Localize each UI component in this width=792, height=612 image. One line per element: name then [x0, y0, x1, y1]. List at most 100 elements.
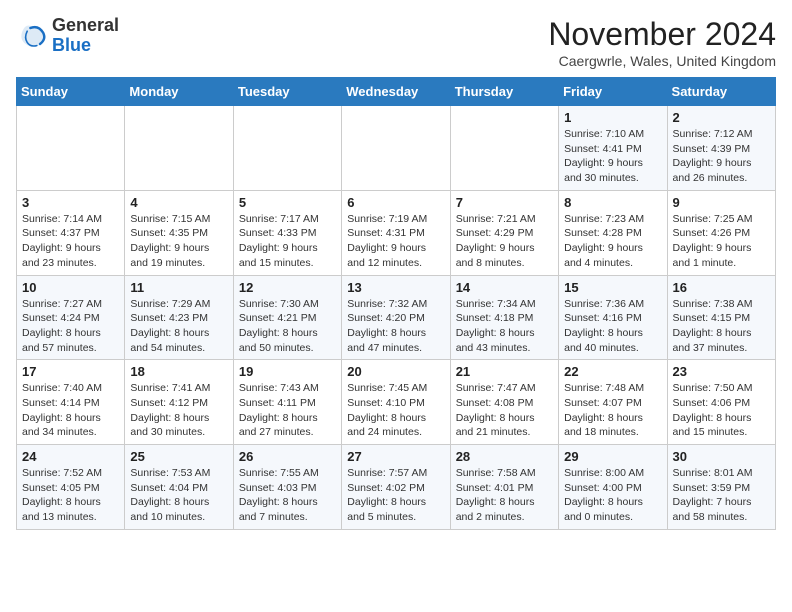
day-number: 19: [239, 364, 336, 379]
day-info: Sunrise: 7:41 AM Sunset: 4:12 PM Dayligh…: [130, 381, 227, 440]
calendar-cell: [342, 106, 450, 191]
day-info: Sunrise: 7:15 AM Sunset: 4:35 PM Dayligh…: [130, 212, 227, 271]
day-info: Sunrise: 7:48 AM Sunset: 4:07 PM Dayligh…: [564, 381, 661, 440]
logo: General Blue: [16, 16, 119, 56]
day-number: 8: [564, 195, 661, 210]
calendar-week-row: 24 Sunrise: 7:52 AM Sunset: 4:05 PM Dayli…: [17, 445, 776, 530]
logo-general-text: General: [52, 15, 119, 35]
calendar-table: SundayMondayTuesdayWednesdayThursdayFrid…: [16, 77, 776, 530]
calendar-cell: 19 Sunrise: 7:43 AM Sunset: 4:11 PM Dayli…: [233, 360, 341, 445]
day-number: 7: [456, 195, 553, 210]
calendar-week-row: 3 Sunrise: 7:14 AM Sunset: 4:37 PM Daylig…: [17, 190, 776, 275]
day-info: Sunrise: 7:50 AM Sunset: 4:06 PM Dayligh…: [673, 381, 770, 440]
logo-blue-text: Blue: [52, 35, 91, 55]
day-number: 3: [22, 195, 119, 210]
weekday-header-friday: Friday: [559, 78, 667, 106]
day-number: 13: [347, 280, 444, 295]
calendar-cell: 26 Sunrise: 7:55 AM Sunset: 4:03 PM Dayli…: [233, 445, 341, 530]
calendar-cell: 25 Sunrise: 7:53 AM Sunset: 4:04 PM Dayli…: [125, 445, 233, 530]
day-info: Sunrise: 7:30 AM Sunset: 4:21 PM Dayligh…: [239, 297, 336, 356]
calendar-cell: 12 Sunrise: 7:30 AM Sunset: 4:21 PM Dayli…: [233, 275, 341, 360]
calendar-cell: 14 Sunrise: 7:34 AM Sunset: 4:18 PM Dayli…: [450, 275, 558, 360]
day-info: Sunrise: 7:40 AM Sunset: 4:14 PM Dayligh…: [22, 381, 119, 440]
location-subtitle: Caergwrle, Wales, United Kingdom: [548, 53, 776, 69]
calendar-cell: 20 Sunrise: 7:45 AM Sunset: 4:10 PM Dayli…: [342, 360, 450, 445]
calendar-cell: 7 Sunrise: 7:21 AM Sunset: 4:29 PM Daylig…: [450, 190, 558, 275]
day-number: 21: [456, 364, 553, 379]
calendar-cell: 10Sunrise: 7:27 AM Sunset: 4:24 PM Dayli…: [17, 275, 125, 360]
day-info: Sunrise: 7:53 AM Sunset: 4:04 PM Dayligh…: [130, 466, 227, 525]
calendar-week-row: 1 Sunrise: 7:10 AM Sunset: 4:41 PM Daylig…: [17, 106, 776, 191]
day-info: Sunrise: 7:19 AM Sunset: 4:31 PM Dayligh…: [347, 212, 444, 271]
day-number: 12: [239, 280, 336, 295]
calendar-cell: 9Sunrise: 7:25 AM Sunset: 4:26 PM Daylig…: [667, 190, 775, 275]
day-info: Sunrise: 7:55 AM Sunset: 4:03 PM Dayligh…: [239, 466, 336, 525]
day-number: 14: [456, 280, 553, 295]
calendar-cell: 28Sunrise: 7:58 AM Sunset: 4:01 PM Dayli…: [450, 445, 558, 530]
day-info: Sunrise: 7:32 AM Sunset: 4:20 PM Dayligh…: [347, 297, 444, 356]
day-info: Sunrise: 7:47 AM Sunset: 4:08 PM Dayligh…: [456, 381, 553, 440]
weekday-header-wednesday: Wednesday: [342, 78, 450, 106]
calendar-cell: [17, 106, 125, 191]
weekday-header-row: SundayMondayTuesdayWednesdayThursdayFrid…: [17, 78, 776, 106]
logo-icon: [16, 20, 48, 52]
day-number: 10: [22, 280, 119, 295]
day-info: Sunrise: 7:57 AM Sunset: 4:02 PM Dayligh…: [347, 466, 444, 525]
day-number: 26: [239, 449, 336, 464]
calendar-cell: 2 Sunrise: 7:12 AM Sunset: 4:39 PM Daylig…: [667, 106, 775, 191]
weekday-header-sunday: Sunday: [17, 78, 125, 106]
month-title: November 2024: [548, 16, 776, 53]
day-info: Sunrise: 8:00 AM Sunset: 4:00 PM Dayligh…: [564, 466, 661, 525]
calendar-cell: 13 Sunrise: 7:32 AM Sunset: 4:20 PM Dayli…: [342, 275, 450, 360]
day-number: 16: [673, 280, 770, 295]
day-number: 11: [130, 280, 227, 295]
day-number: 18: [130, 364, 227, 379]
day-number: 17: [22, 364, 119, 379]
day-info: Sunrise: 7:21 AM Sunset: 4:29 PM Dayligh…: [456, 212, 553, 271]
title-block: November 2024 Caergwrle, Wales, United K…: [548, 16, 776, 69]
day-number: 2: [673, 110, 770, 125]
day-info: Sunrise: 7:45 AM Sunset: 4:10 PM Dayligh…: [347, 381, 444, 440]
calendar-cell: [450, 106, 558, 191]
calendar-cell: 21 Sunrise: 7:47 AM Sunset: 4:08 PM Dayli…: [450, 360, 558, 445]
calendar-cell: 5 Sunrise: 7:17 AM Sunset: 4:33 PM Daylig…: [233, 190, 341, 275]
day-number: 30: [673, 449, 770, 464]
calendar-cell: 29 Sunrise: 8:00 AM Sunset: 4:00 PM Dayli…: [559, 445, 667, 530]
day-number: 6: [347, 195, 444, 210]
calendar-cell: 3 Sunrise: 7:14 AM Sunset: 4:37 PM Daylig…: [17, 190, 125, 275]
calendar-cell: 24 Sunrise: 7:52 AM Sunset: 4:05 PM Dayli…: [17, 445, 125, 530]
day-info: Sunrise: 7:43 AM Sunset: 4:11 PM Dayligh…: [239, 381, 336, 440]
day-info: Sunrise: 7:58 AM Sunset: 4:01 PM Dayligh…: [456, 466, 553, 525]
day-info: Sunrise: 7:34 AM Sunset: 4:18 PM Dayligh…: [456, 297, 553, 356]
day-number: 9: [673, 195, 770, 210]
calendar-cell: 17 Sunrise: 7:40 AM Sunset: 4:14 PM Dayli…: [17, 360, 125, 445]
weekday-header-saturday: Saturday: [667, 78, 775, 106]
day-info: Sunrise: 7:10 AM Sunset: 4:41 PM Dayligh…: [564, 127, 661, 186]
calendar-cell: 23Sunrise: 7:50 AM Sunset: 4:06 PM Dayli…: [667, 360, 775, 445]
day-number: 5: [239, 195, 336, 210]
day-info: Sunrise: 7:17 AM Sunset: 4:33 PM Dayligh…: [239, 212, 336, 271]
day-number: 29: [564, 449, 661, 464]
day-number: 4: [130, 195, 227, 210]
calendar-cell: 4 Sunrise: 7:15 AM Sunset: 4:35 PM Daylig…: [125, 190, 233, 275]
day-number: 15: [564, 280, 661, 295]
calendar-week-row: 10Sunrise: 7:27 AM Sunset: 4:24 PM Dayli…: [17, 275, 776, 360]
day-info: Sunrise: 7:14 AM Sunset: 4:37 PM Dayligh…: [22, 212, 119, 271]
day-number: 27: [347, 449, 444, 464]
day-info: Sunrise: 7:23 AM Sunset: 4:28 PM Dayligh…: [564, 212, 661, 271]
day-info: Sunrise: 7:36 AM Sunset: 4:16 PM Dayligh…: [564, 297, 661, 356]
day-info: Sunrise: 7:52 AM Sunset: 4:05 PM Dayligh…: [22, 466, 119, 525]
day-number: 1: [564, 110, 661, 125]
weekday-header-tuesday: Tuesday: [233, 78, 341, 106]
calendar-cell: 18 Sunrise: 7:41 AM Sunset: 4:12 PM Dayli…: [125, 360, 233, 445]
day-number: 24: [22, 449, 119, 464]
header: General Blue November 2024 Caergwrle, Wa…: [16, 16, 776, 69]
day-number: 25: [130, 449, 227, 464]
calendar-cell: 1 Sunrise: 7:10 AM Sunset: 4:41 PM Daylig…: [559, 106, 667, 191]
day-number: 20: [347, 364, 444, 379]
day-info: Sunrise: 7:29 AM Sunset: 4:23 PM Dayligh…: [130, 297, 227, 356]
day-info: Sunrise: 7:12 AM Sunset: 4:39 PM Dayligh…: [673, 127, 770, 186]
day-info: Sunrise: 8:01 AM Sunset: 3:59 PM Dayligh…: [673, 466, 770, 525]
calendar-cell: 6 Sunrise: 7:19 AM Sunset: 4:31 PM Daylig…: [342, 190, 450, 275]
calendar-cell: 30 Sunrise: 8:01 AM Sunset: 3:59 PM Dayli…: [667, 445, 775, 530]
